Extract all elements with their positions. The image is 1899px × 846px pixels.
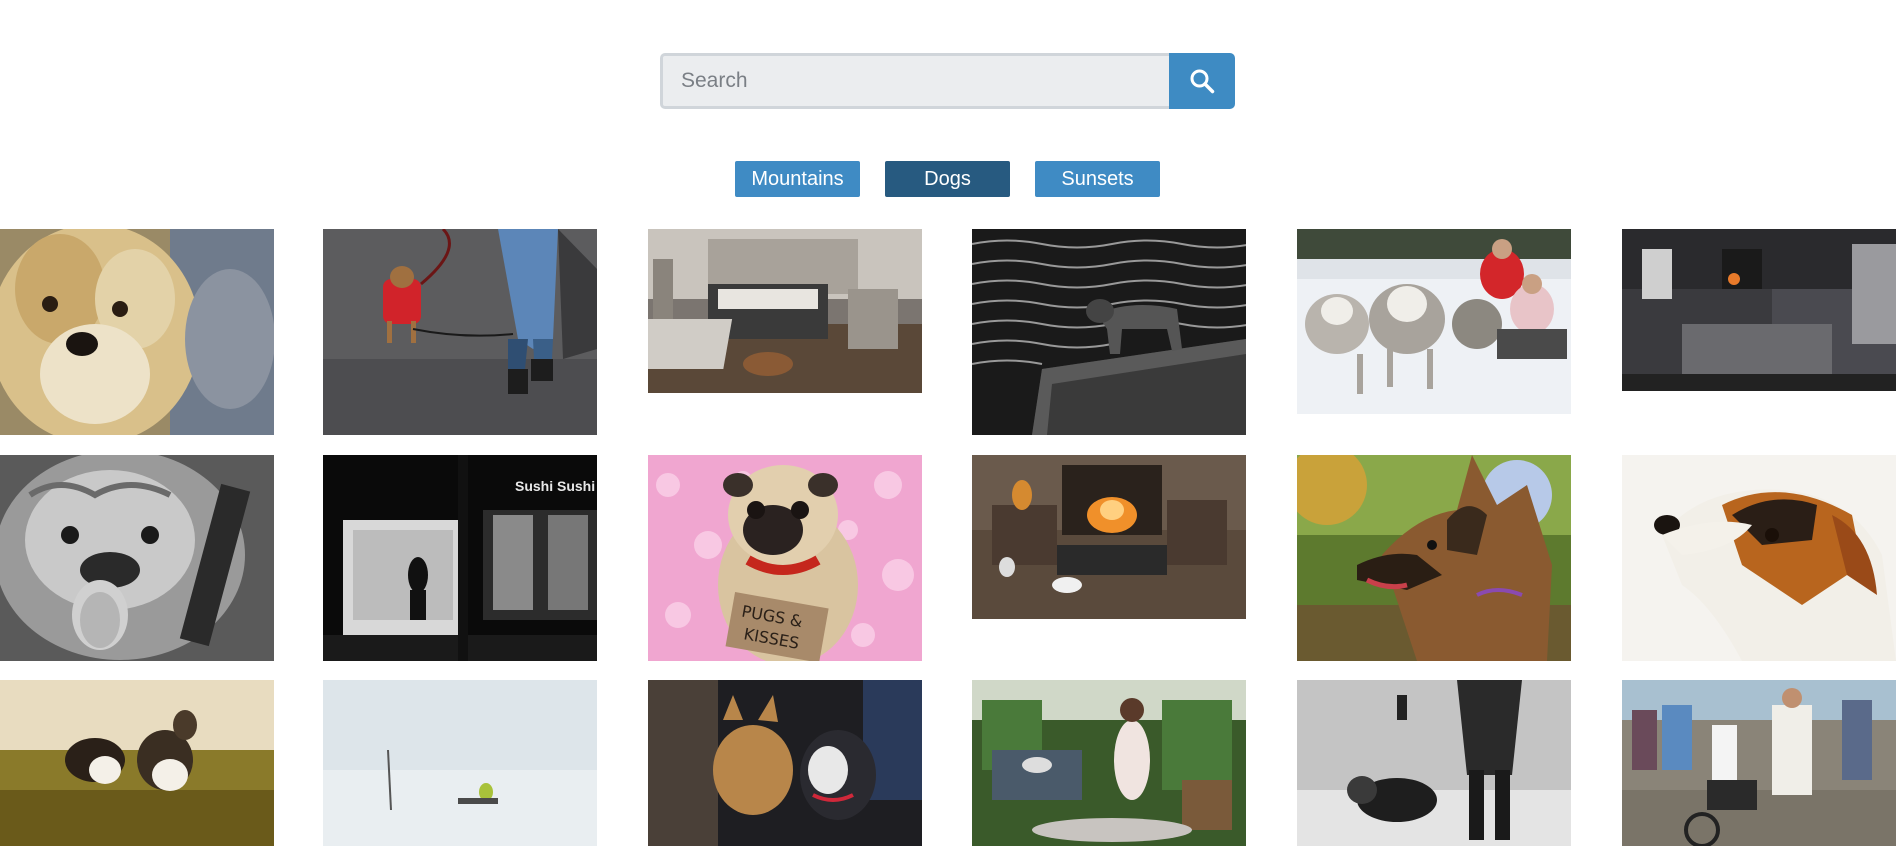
photo-thumbnail[interactable]: [0, 229, 274, 435]
photo-thumbnail[interactable]: [972, 229, 1246, 435]
photo-thumbnail[interactable]: Sushi Sushi: [323, 455, 597, 661]
dark-bedroom-photo: [1622, 229, 1896, 391]
street-crowd-photo: [1622, 680, 1896, 846]
living-room-fireplace-photo: [972, 455, 1246, 619]
search-icon: [1190, 69, 1215, 94]
photo-thumbnail[interactable]: [648, 680, 922, 846]
search-button[interactable]: [1169, 53, 1235, 109]
bulldog-photo: [0, 455, 274, 661]
search-bar: [660, 53, 1235, 109]
photo-thumbnail[interactable]: [0, 455, 274, 661]
jack-russell-photo: [1622, 455, 1896, 661]
husky-sled-team-photo: [1297, 229, 1571, 414]
two-dogs-at-door-photo: [648, 680, 922, 846]
sushi-shop-photo: Sushi Sushi: [323, 455, 597, 661]
pug-photo: PUGS & KISSES: [648, 455, 922, 661]
photo-thumbnail[interactable]: [323, 229, 597, 435]
sushi-sign-text: Sushi Sushi: [515, 478, 595, 494]
dog-in-red-coat-photo: [323, 229, 597, 435]
photo-thumbnail[interactable]: [1297, 455, 1571, 661]
tag-dogs-button[interactable]: Dogs: [885, 161, 1010, 197]
man-walking-dog-photo: [1297, 680, 1571, 846]
photo-thumbnail[interactable]: [1297, 229, 1571, 414]
category-tags: Mountains Dogs Sunsets: [0, 161, 1899, 197]
bedroom-with-dog-photo: [648, 229, 922, 393]
search-input[interactable]: [660, 53, 1169, 109]
image-grid: Sushi Sushi PUGS & KISSES: [0, 229, 1899, 846]
photo-thumbnail[interactable]: [648, 229, 922, 393]
photo-thumbnail[interactable]: [972, 680, 1246, 846]
dog-on-pier-photo: [972, 229, 1246, 435]
photo-thumbnail[interactable]: [0, 680, 274, 846]
photo-thumbnail[interactable]: [1297, 680, 1571, 846]
tag-sunsets-button[interactable]: Sunsets: [1035, 161, 1160, 197]
two-puppies-photo: [0, 680, 274, 846]
photo-thumbnail[interactable]: [1622, 229, 1896, 391]
photo-thumbnail[interactable]: [972, 455, 1246, 619]
tag-mountains-button[interactable]: Mountains: [735, 161, 860, 197]
sled-in-snow-photo: [323, 680, 597, 846]
photo-thumbnail[interactable]: [1622, 455, 1896, 661]
photo-thumbnail[interactable]: [1622, 680, 1896, 846]
photo-thumbnail[interactable]: PUGS & KISSES: [648, 455, 922, 661]
garden-patio-photo: [972, 680, 1246, 846]
german-shepherd-photo: [1297, 455, 1571, 661]
yorkshire-terrier-photo: [0, 229, 274, 435]
photo-thumbnail[interactable]: [323, 680, 597, 846]
